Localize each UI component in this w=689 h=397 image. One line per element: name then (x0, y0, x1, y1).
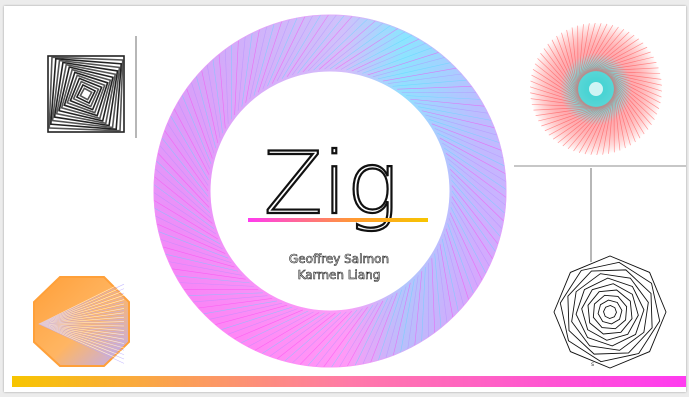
small-mark: s (591, 361, 594, 368)
bottom-banner (12, 376, 686, 387)
author-2: Karmen Liang (298, 268, 381, 282)
line-spiral-art (553, 255, 667, 369)
title-underline (248, 218, 428, 222)
swirl-art (529, 22, 663, 156)
nested-squares-art (47, 55, 125, 133)
slide-canvas: Zig Geoffrey Salmon Karmen Liang s (12, 14, 686, 387)
octagon-fan-art (33, 276, 130, 367)
author-1: Geoffrey Salmon (289, 252, 389, 266)
slide-page: Zig Geoffrey Salmon Karmen Liang s (4, 6, 686, 392)
